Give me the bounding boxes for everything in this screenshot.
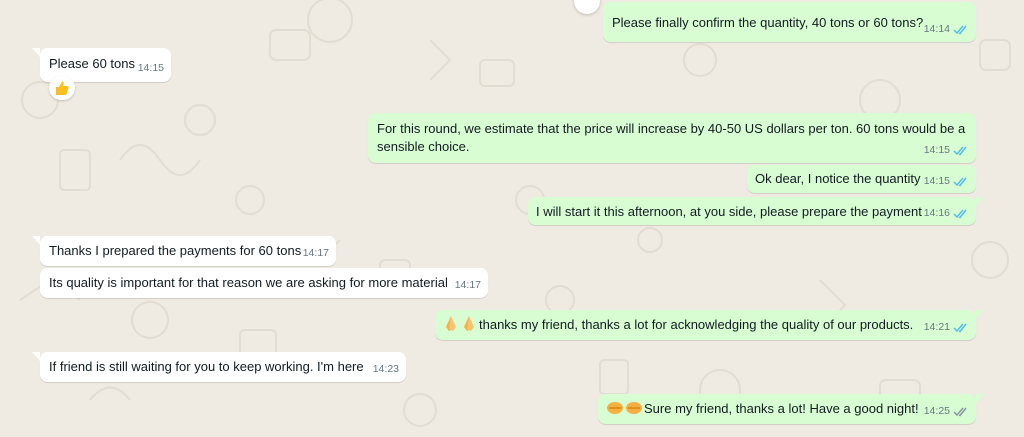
message-outgoing[interactable]: For this round, we estimate that the pri… [368, 113, 976, 163]
thumbs-up-icon [56, 81, 69, 95]
reaction-badge[interactable] [49, 76, 75, 100]
message-text: If friend is still waiting for you to ke… [49, 359, 364, 374]
message-text: Ok dear, I notice the quantity [755, 171, 921, 186]
message-text: Thanks I prepared the payments for 60 to… [49, 243, 302, 258]
message-time: 14:16 [923, 207, 950, 219]
message-text: Its quality is important for that reason… [49, 275, 448, 290]
message-text-line-1: For this round, we estimate that the pri… [377, 121, 966, 136]
message-meta: 14:16 [924, 204, 969, 223]
message-time: 14:17 [454, 279, 481, 291]
handshake-icon [607, 402, 642, 414]
message-outgoing[interactable]: Please finally confirm the quantity, 40 … [603, 2, 976, 42]
message-outgoing[interactable]: Sure my friend, thanks a lot! Have a goo… [598, 394, 984, 424]
message-outgoing[interactable]: Ok dear, I notice the quantity 14:15 [747, 165, 976, 193]
message-text: I will start it this afternoon, at you s… [536, 204, 922, 219]
message-incoming[interactable]: Thanks I prepared the payments for 60 to… [32, 236, 336, 266]
read-ticks-icon [953, 25, 967, 35]
message-time: 14:17 [302, 247, 329, 259]
message-meta: 14:17 [455, 276, 481, 295]
read-ticks-icon [953, 177, 967, 187]
message-text-line-2: sensible choice. [377, 139, 470, 154]
message-meta: 14:14 [924, 20, 969, 39]
message-incoming[interactable]: Its quality is important for that reason… [40, 268, 488, 298]
message-text: thanks my friend, thanks a lot for ackno… [443, 315, 913, 334]
message-body: Sure my friend, thanks a lot! Have a goo… [644, 401, 919, 416]
read-ticks-icon [953, 323, 967, 333]
message-meta: 14:23 [373, 360, 399, 379]
bubble-tail-icon [976, 394, 984, 403]
message-time: 14:15 [137, 62, 164, 74]
message-meta: 14:15 [138, 59, 164, 78]
bubble-tail-icon [32, 352, 40, 361]
message-incoming[interactable]: If friend is still waiting for you to ke… [32, 352, 406, 382]
read-ticks-icon [953, 209, 967, 219]
message-time: 14:25 [923, 405, 950, 417]
message-time: 14:15 [923, 144, 950, 156]
message-text: Please finally confirm the quantity, 40 … [612, 15, 924, 30]
message-time: 14:15 [923, 175, 950, 187]
bubble-tail-icon [976, 310, 984, 319]
message-time: 14:21 [923, 321, 950, 333]
message-meta: 14:15 [924, 141, 969, 160]
bubble-tail-icon [976, 197, 984, 206]
message-meta: 14:25 [924, 402, 969, 421]
message-meta: 14:17 [303, 244, 329, 263]
message-text: Please 60 tons [49, 56, 136, 71]
message-outgoing[interactable]: I will start it this afternoon, at you s… [528, 197, 984, 225]
folded-hands-icon [446, 316, 474, 331]
read-ticks-icon [953, 146, 967, 156]
message-outgoing[interactable]: thanks my friend, thanks a lot for ackno… [435, 310, 984, 340]
bubble-tail-icon [32, 48, 40, 57]
message-time: 14:23 [372, 363, 399, 375]
delivered-ticks-icon [953, 407, 967, 417]
message-meta: 14:15 [924, 172, 969, 191]
message-time: 14:14 [923, 23, 950, 35]
message-text: Sure my friend, thanks a lot! Have a goo… [606, 399, 919, 418]
message-meta: 14:21 [924, 318, 969, 337]
bubble-tail-icon [32, 236, 40, 245]
message-body: thanks my friend, thanks a lot for ackno… [479, 317, 914, 332]
